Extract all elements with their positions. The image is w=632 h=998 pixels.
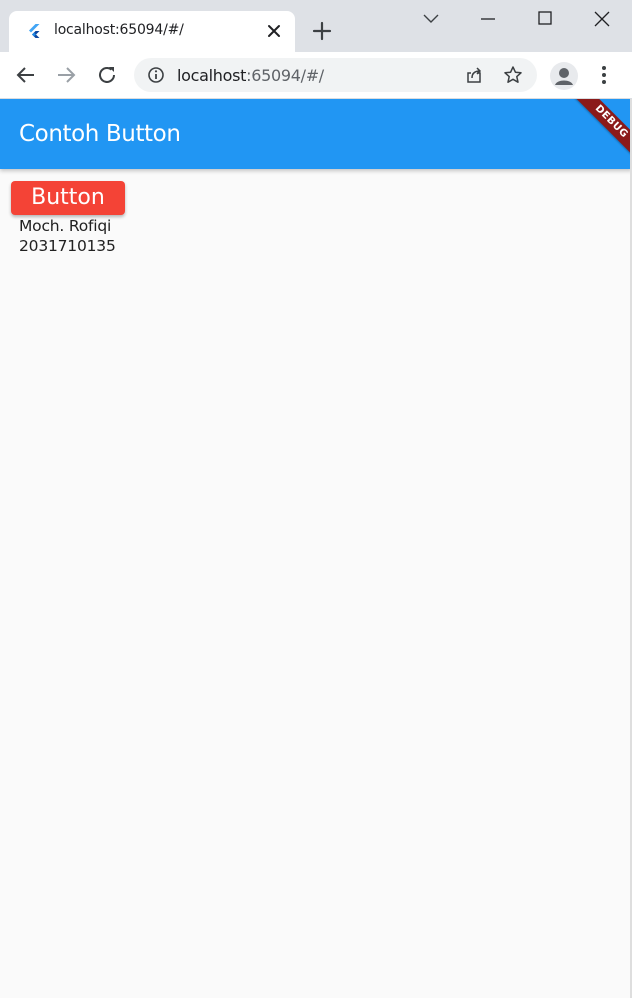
close-window-icon[interactable] [591, 8, 613, 30]
tab-title: localhost:65094/#/ [54, 22, 184, 38]
app-bar-title: Contoh Button [19, 121, 181, 147]
forward-arrow-right-icon[interactable] [54, 63, 78, 87]
student-name: Moch. Rofiqi [19, 217, 112, 235]
browser-tab[interactable]: localhost:65094/#/ [9, 11, 295, 52]
tab-close-icon[interactable] [266, 23, 282, 39]
minimize-icon[interactable] [477, 8, 499, 30]
url-text[interactable]: localhost:65094/#/ [177, 66, 324, 85]
contoh-button[interactable]: Button [11, 181, 125, 215]
reload-icon[interactable] [95, 63, 119, 87]
student-id: 2031710135 [19, 237, 116, 255]
kebab-menu-icon[interactable] [593, 64, 615, 86]
app-viewport: Contoh Button DEBUG Button Moch. Rofiqi … [0, 99, 632, 998]
site-info-icon[interactable] [147, 66, 165, 84]
app-bar: Contoh Button [0, 99, 632, 169]
url-path: :65094/#/ [246, 66, 324, 85]
share-icon[interactable] [464, 65, 484, 85]
bookmark-star-icon[interactable] [503, 65, 523, 85]
tab-strip: localhost:65094/#/ [0, 0, 632, 52]
flutter-logo-icon [29, 24, 40, 38]
address-bar[interactable]: localhost:65094/#/ [134, 58, 537, 92]
maximize-icon[interactable] [534, 8, 556, 30]
person-icon [555, 68, 573, 85]
new-tab-plus-icon[interactable] [311, 20, 333, 42]
profile-avatar[interactable] [550, 62, 578, 90]
tab-search-chevron-down-icon[interactable] [420, 8, 442, 30]
back-arrow-left-icon[interactable] [14, 63, 38, 87]
browser-toolbar: localhost:65094/#/ [0, 52, 632, 99]
url-host: localhost [177, 66, 247, 85]
